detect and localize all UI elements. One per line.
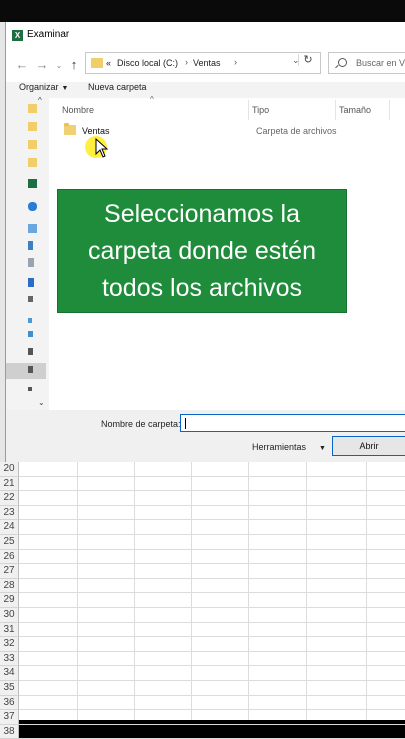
sort-arrow-icon: ^ (150, 95, 154, 104)
row-header[interactable]: 21 (0, 476, 19, 492)
onedrive-icon[interactable] (28, 202, 37, 211)
row-header[interactable]: 22 (0, 491, 19, 506)
title-bar: X Examinar (6, 22, 405, 48)
address-part-disk[interactable]: Disco local (C:) (117, 58, 178, 68)
folder-name-label: Nombre de carpeta: (101, 419, 181, 429)
file-name: Ventas (82, 126, 110, 136)
search-input[interactable]: Buscar en Ventas (328, 52, 405, 74)
caption-text: Seleccionamos la carpeta donde estén tod… (88, 199, 316, 302)
column-divider[interactable] (335, 100, 336, 120)
organize-label: Organizar (19, 82, 59, 92)
row-header[interactable]: 25 (0, 535, 19, 550)
folder-icon (64, 123, 76, 135)
open-button[interactable]: Abrir (332, 436, 405, 456)
scroll-down-icon[interactable]: ⌄ (38, 398, 45, 407)
row-header[interactable]: 20 (0, 462, 19, 477)
address-part-ventas[interactable]: Ventas (193, 58, 221, 68)
caption-banner: Seleccionamos la carpeta donde estén tod… (58, 190, 346, 312)
refresh-icon[interactable]: ↻ (298, 54, 317, 66)
download-icon[interactable] (28, 241, 33, 250)
column-header-name[interactable]: Nombre (62, 105, 94, 115)
text-caret (185, 418, 186, 429)
navigation-pane: ^ ⌄ (6, 96, 49, 410)
computer-icon[interactable] (28, 224, 37, 233)
dialog-footer: Nombre de carpeta: Herramientas ▼ Abrir (6, 410, 405, 462)
excel-icon: X (12, 30, 23, 41)
row-header[interactable]: 29 (0, 593, 19, 608)
toolbar: Organizar ▼ Nueva carpeta (6, 78, 405, 98)
tools-button[interactable]: Herramientas ▼ (249, 438, 329, 456)
row-header[interactable]: 38 (0, 724, 19, 739)
organize-button[interactable]: Organizar ▼ (19, 82, 68, 92)
row-header[interactable]: 36 (0, 695, 19, 711)
row-header[interactable]: 35 (0, 681, 19, 696)
row-header[interactable]: 24 (0, 520, 19, 535)
grid-line (191, 462, 192, 720)
grid-line (366, 462, 367, 720)
folder-icon[interactable] (28, 140, 37, 149)
folder-icon[interactable] (28, 104, 37, 113)
drive-icon[interactable] (28, 387, 32, 391)
chevron-down-icon[interactable]: ⌄ (51, 58, 67, 74)
video-icon[interactable] (28, 331, 33, 337)
row-header[interactable]: 34 (0, 666, 19, 681)
desktop-icon[interactable] (28, 278, 34, 287)
grid-line (306, 462, 307, 720)
excel-icon[interactable] (28, 179, 37, 188)
video-letterbox-top (0, 0, 405, 22)
tools-label: Herramientas (252, 442, 307, 452)
grid-line (19, 723, 405, 725)
address-separator: › (234, 57, 237, 67)
nav-selected-item[interactable] (6, 363, 46, 379)
file-type: Carpeta de archivos (256, 126, 337, 136)
scroll-up-icon[interactable]: ^ (38, 96, 42, 105)
grid-line (248, 462, 249, 720)
row-header[interactable]: 37 (0, 710, 19, 725)
column-header-size[interactable]: Tamaño (339, 105, 371, 115)
row-header[interactable]: 27 (0, 564, 19, 579)
address-separator: › (185, 57, 188, 67)
search-icon (338, 58, 347, 67)
dialog-title: Examinar (27, 29, 70, 40)
navigation-bar: ← → ⌄ ↑ « Disco local (C:) › Ventas › ⌄ … (6, 48, 405, 82)
column-header-type[interactable]: Tipo (252, 105, 269, 115)
row-header[interactable]: 31 (0, 622, 19, 638)
music-icon[interactable] (28, 318, 32, 323)
folder-icon[interactable] (28, 158, 37, 167)
row-header[interactable]: 23 (0, 505, 19, 521)
column-divider[interactable] (389, 100, 390, 120)
column-divider[interactable] (248, 100, 249, 120)
row-header[interactable]: 28 (0, 578, 19, 594)
dropdown-arrow-icon: ▼ (61, 85, 69, 92)
row-header[interactable]: 30 (0, 608, 19, 623)
address-bar[interactable]: « Disco local (C:) › Ventas › ⌄ (85, 52, 321, 74)
address-overflow[interactable]: « (106, 58, 111, 68)
folder-icon (91, 58, 103, 68)
arrow-left-icon[interactable]: ← (14, 57, 30, 73)
grid-line (134, 462, 135, 720)
row-header[interactable]: 32 (0, 637, 19, 652)
document-icon[interactable] (28, 258, 34, 267)
dropdown-arrow-icon: ▼ (319, 445, 326, 452)
folder-icon[interactable] (28, 122, 37, 131)
local-disk-icon[interactable] (28, 366, 33, 373)
arrow-right-icon[interactable]: → (34, 57, 50, 73)
new-folder-button[interactable]: Nueva carpeta (88, 82, 147, 92)
folder-name-input[interactable] (180, 414, 405, 432)
row-header[interactable]: 33 (0, 651, 19, 667)
mouse-pointer-icon (95, 137, 109, 163)
search-placeholder: Buscar en Ventas (356, 58, 405, 68)
row-header[interactable]: 26 (0, 549, 19, 565)
image-icon[interactable] (28, 296, 33, 302)
arrow-up-icon[interactable]: ↑ (66, 57, 82, 73)
grid-line (77, 462, 78, 720)
drive-icon[interactable] (28, 348, 33, 355)
